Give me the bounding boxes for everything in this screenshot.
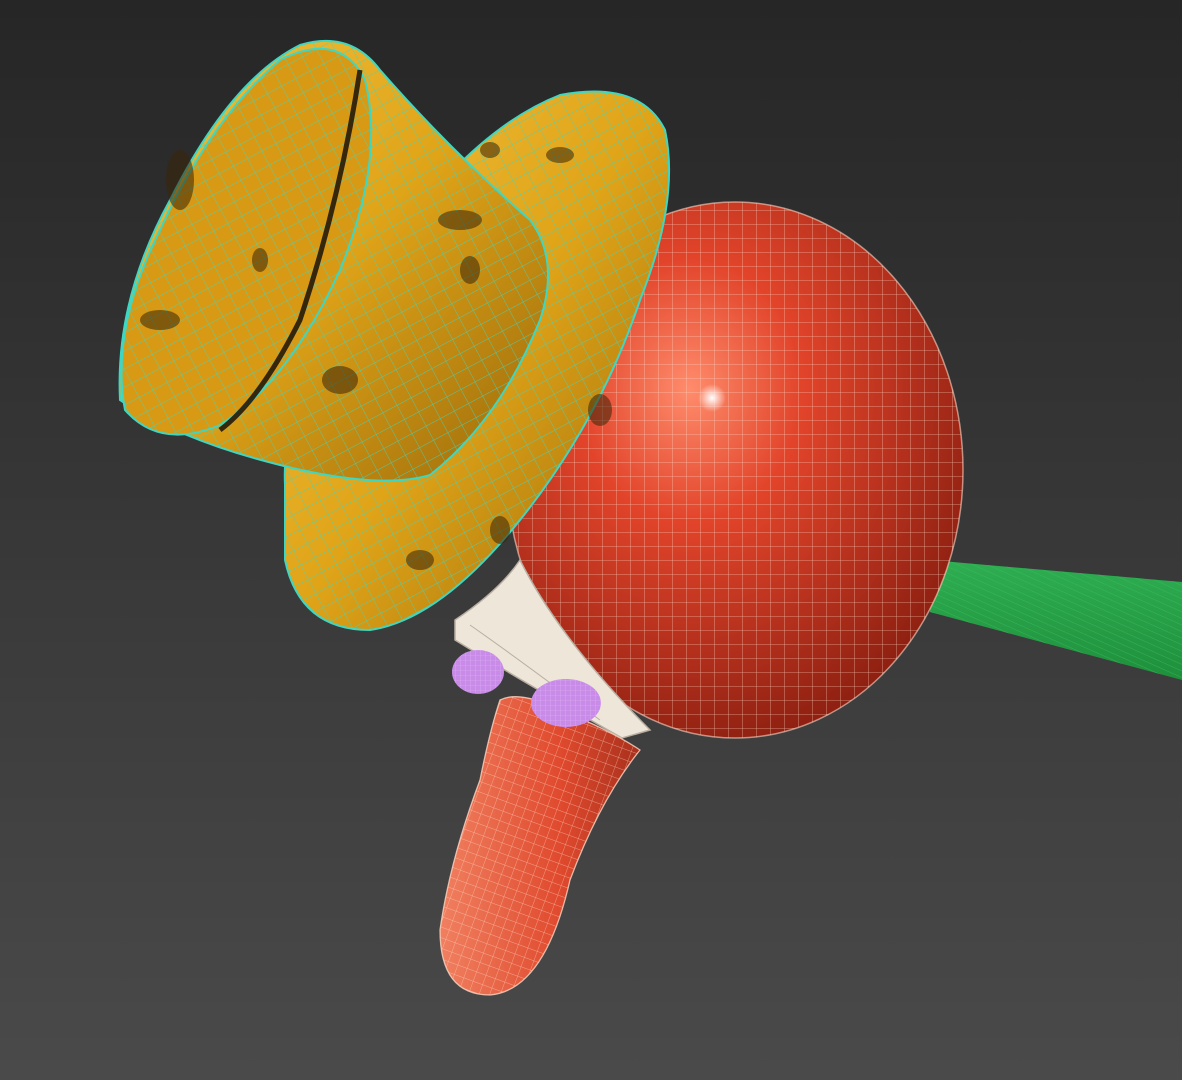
perspective-viewport[interactable] xyxy=(0,0,1182,1080)
specular-highlight xyxy=(698,384,726,412)
scene-render[interactable] xyxy=(0,0,1182,1080)
